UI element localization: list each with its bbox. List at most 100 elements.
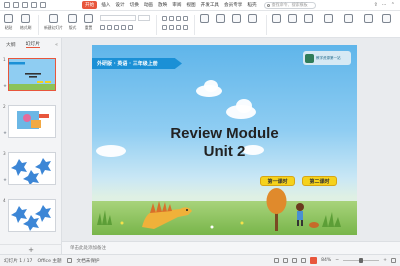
replace-icon bbox=[288, 14, 297, 23]
search-icon bbox=[266, 3, 271, 7]
panel-tabs: 大纲 幻灯片 bbox=[0, 38, 61, 50]
reset-button[interactable]: 重置 bbox=[84, 14, 93, 31]
toolbar-divider bbox=[156, 15, 157, 35]
slide-title[interactable]: Review Module bbox=[92, 125, 357, 142]
undo-icon[interactable] bbox=[31, 2, 37, 8]
bullets-icon[interactable] bbox=[162, 16, 167, 21]
indent-icon[interactable] bbox=[176, 16, 181, 21]
print-icon[interactable] bbox=[22, 2, 28, 8]
tab-outline[interactable]: 大纲 bbox=[6, 41, 16, 48]
zoom-slider-knob[interactable] bbox=[359, 257, 364, 263]
select-button[interactable] bbox=[304, 14, 313, 23]
new-slide-icon bbox=[48, 14, 58, 23]
slide-1-preview bbox=[9, 59, 55, 90]
font-size-select[interactable] bbox=[138, 15, 150, 21]
slide-3-preview bbox=[9, 153, 55, 184]
publisher-logo: 教学资源第一站 bbox=[303, 51, 351, 65]
slide-thumbnail-4[interactable] bbox=[8, 199, 56, 232]
bold-icon[interactable] bbox=[100, 25, 105, 30]
zoom-in-icon[interactable]: + bbox=[383, 258, 387, 263]
cloud-decoration bbox=[236, 99, 252, 113]
textbox-button[interactable] bbox=[200, 14, 209, 23]
tab-animation[interactable]: 动画 bbox=[143, 1, 154, 9]
tab-member[interactable]: 会员专享 bbox=[223, 1, 243, 9]
cloud-decoration bbox=[204, 80, 218, 92]
tab-docer[interactable]: 稻壳 bbox=[246, 1, 257, 9]
layout-button[interactable]: 版式 bbox=[68, 14, 77, 31]
font-color-icon[interactable] bbox=[128, 25, 133, 30]
more-icon[interactable]: ⋯ bbox=[382, 2, 387, 8]
zoom-level[interactable]: 84% bbox=[321, 258, 331, 263]
collapse-ribbon-icon[interactable]: ⌃ bbox=[391, 2, 395, 8]
fit-window-icon[interactable] bbox=[391, 258, 396, 263]
beautify-button[interactable] bbox=[382, 14, 391, 23]
tab-design[interactable]: 设计 bbox=[114, 1, 125, 9]
tab-review[interactable]: 审阅 bbox=[171, 1, 182, 9]
picture-button[interactable] bbox=[248, 14, 257, 23]
sorter-view-icon[interactable] bbox=[292, 258, 298, 263]
notes-placeholder: 单击此处添加备注 bbox=[70, 246, 106, 251]
share-icon[interactable]: ⇪ bbox=[374, 2, 378, 8]
slide-thumbnail-2[interactable] bbox=[8, 105, 56, 138]
slide-thumbnail-3[interactable] bbox=[8, 152, 56, 185]
replace-button[interactable] bbox=[288, 14, 297, 23]
tab-developer[interactable]: 开发工具 bbox=[200, 1, 220, 9]
slide-subtitle[interactable]: Unit 2 bbox=[92, 143, 357, 160]
logo-text: 教学资源第一站 bbox=[316, 55, 341, 60]
protect-status[interactable]: 文档未保护 bbox=[77, 258, 100, 264]
find-button[interactable] bbox=[272, 14, 281, 23]
align-left-icon[interactable] bbox=[162, 25, 167, 30]
redo-icon[interactable] bbox=[40, 2, 46, 8]
play-slideshow-button[interactable] bbox=[324, 14, 333, 23]
slide-star-icon: ★ bbox=[3, 84, 8, 89]
slide-thumb-row: 2 ★ bbox=[0, 103, 62, 148]
tab-transition[interactable]: 切换 bbox=[129, 1, 140, 9]
outdent-icon[interactable] bbox=[183, 16, 188, 21]
smart-art-button[interactable] bbox=[344, 14, 353, 23]
normal-view-icon[interactable] bbox=[283, 258, 289, 263]
toolbar-divider bbox=[266, 15, 267, 35]
file-menu-icon[interactable] bbox=[4, 2, 10, 8]
add-slide-button[interactable]: + bbox=[0, 244, 62, 254]
strikethrough-icon[interactable] bbox=[121, 25, 126, 30]
align-center-icon[interactable] bbox=[169, 25, 174, 30]
numbering-icon[interactable] bbox=[169, 16, 174, 21]
arrange-button[interactable] bbox=[232, 14, 241, 23]
protect-icon bbox=[66, 258, 72, 263]
font-format-row bbox=[100, 25, 133, 30]
align-right-icon[interactable] bbox=[176, 25, 181, 30]
reading-view-icon[interactable] bbox=[301, 258, 307, 263]
slide-canvas[interactable]: 外研版 · 英语 · 三年级上册 教学资源第一站 Review Module U… bbox=[92, 45, 357, 235]
slide-thumb-row: 1 ★ bbox=[0, 56, 62, 101]
new-slide-button[interactable]: 新建幻灯片 bbox=[44, 14, 63, 31]
slide-thumbnail-1[interactable] bbox=[8, 58, 56, 91]
new-slide-label: 新建幻灯片 bbox=[44, 25, 63, 30]
tab-home[interactable]: 开始 bbox=[82, 1, 98, 9]
command-search-input[interactable]: 查找命令、搜索模板 bbox=[263, 1, 316, 9]
zoom-slider[interactable] bbox=[343, 257, 380, 263]
arrange-icon bbox=[232, 14, 241, 23]
theme-button[interactable] bbox=[364, 14, 373, 23]
play-slideshow-icon[interactable] bbox=[310, 257, 318, 264]
search-placeholder: 查找命令、搜索模板 bbox=[271, 2, 308, 7]
shape-button[interactable] bbox=[216, 14, 225, 23]
notes-toggle-icon[interactable] bbox=[274, 258, 280, 263]
save-icon[interactable] bbox=[13, 2, 19, 8]
slide-number: 3 bbox=[3, 151, 6, 156]
reset-label: 重置 bbox=[84, 25, 93, 30]
paste-button[interactable]: 粘贴 bbox=[4, 14, 13, 31]
notes-input[interactable]: 单击此处添加备注 bbox=[62, 241, 400, 254]
logo-mark-icon bbox=[305, 53, 314, 63]
tab-slideshow[interactable]: 放映 bbox=[157, 1, 168, 9]
italic-icon[interactable] bbox=[107, 25, 112, 30]
collapse-panel-icon[interactable]: « bbox=[55, 42, 58, 48]
tab-view[interactable]: 视图 bbox=[185, 1, 196, 9]
zoom-out-icon[interactable]: − bbox=[335, 258, 339, 263]
font-family-select[interactable] bbox=[100, 15, 136, 21]
justify-icon[interactable] bbox=[183, 25, 188, 30]
format-painter-button[interactable]: 格式刷 bbox=[20, 14, 31, 31]
presentation-app: 开始 插入 设计 切换 动画 放映 审阅 视图 开发工具 会员专享 稻壳 查找命… bbox=[0, 0, 400, 266]
tab-slides[interactable]: 幻灯片 bbox=[25, 40, 41, 48]
tab-insert[interactable]: 插入 bbox=[100, 1, 111, 9]
underline-icon[interactable] bbox=[114, 25, 119, 30]
